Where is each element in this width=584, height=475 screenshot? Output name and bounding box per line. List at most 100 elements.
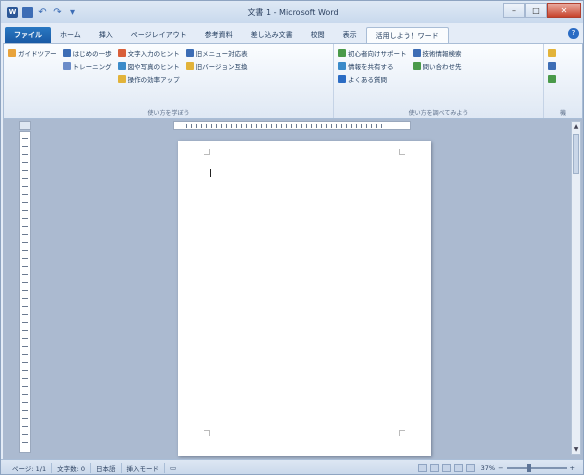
ribbon-button-icon <box>8 48 16 57</box>
status-word-count[interactable]: 文字数: 0 <box>52 463 91 473</box>
ruler-tick <box>22 170 28 171</box>
ribbon-button-icon <box>412 48 421 57</box>
status-page[interactable]: ページ: 1/1 <box>7 463 53 473</box>
ruler-tick <box>22 162 28 163</box>
minimize-button[interactable]: – <box>503 3 525 18</box>
ribbon-button[interactable]: 旧メニュー対応表 <box>185 47 248 58</box>
ribbon-button-label: 操作の効率アップ <box>127 75 180 84</box>
zoom-level[interactable]: 37% <box>481 464 495 472</box>
ribbon-column: 技術情報検索 問い合わせ先 <box>412 47 462 86</box>
ribbon-button[interactable]: 問い合わせ先 <box>412 60 462 71</box>
ribbon-partial-icon <box>548 74 556 83</box>
scroll-up-arrow-icon[interactable]: ▲ <box>572 122 580 131</box>
ribbon-partial-button-3[interactable] <box>548 73 578 84</box>
ruler-tab-selector[interactable] <box>19 121 31 130</box>
ribbon-button[interactable]: はじめの一歩 <box>62 47 112 58</box>
ruler-tick <box>22 210 28 211</box>
ruler-tick <box>22 242 28 243</box>
ribbon-column: はじめの一歩トレーニング <box>62 47 112 86</box>
ribbon-button[interactable]: 情報を共有する <box>338 60 407 71</box>
tab-3[interactable]: ページレイアウト <box>122 27 196 43</box>
zoom-out-button[interactable]: − <box>498 464 503 472</box>
ribbon-button-icon <box>117 74 126 83</box>
ribbon-button-label: 旧メニュー対応表 <box>195 49 248 58</box>
ribbon-button[interactable]: 旧バージョン互換 <box>185 60 248 71</box>
undo-icon[interactable]: ↶ <box>37 7 48 18</box>
status-language[interactable]: 日本語 <box>91 463 122 473</box>
view-buttons <box>417 464 475 472</box>
maximize-button[interactable]: □ <box>525 3 547 18</box>
ruler-tick <box>22 290 28 291</box>
tab-0[interactable]: ファイル <box>5 27 51 43</box>
tab-6[interactable]: 校閲 <box>302 27 334 43</box>
ruler-tick <box>22 202 28 203</box>
full-screen-view-icon[interactable] <box>429 464 439 472</box>
ribbon-partial-button-2[interactable] <box>548 60 578 71</box>
ribbon-button[interactable]: トレーニング <box>62 60 112 71</box>
ruler-tick <box>22 186 28 187</box>
vertical-scrollbar[interactable]: ▲ ▼ <box>571 121 581 455</box>
ribbon-button-label: 文字入力のヒント <box>127 49 180 58</box>
ruler-tick <box>22 298 28 299</box>
ribbon-partial-button-1[interactable] <box>548 47 578 58</box>
ruler-tick <box>22 330 28 331</box>
zoom-in-button[interactable]: + <box>570 464 575 472</box>
ribbon-button-icon <box>62 48 71 57</box>
ribbon-group-lookup: 初心者向けサポート 情報を共有する よくある質問 技術情報検索 問い合わせ先 使い方を調… <box>334 44 544 118</box>
ribbon-partial-icon <box>548 61 556 70</box>
ribbon-button[interactable]: 技術情報検索 <box>412 47 462 58</box>
help-icon[interactable]: ? <box>568 27 579 39</box>
tab-2[interactable]: 挿入 <box>90 27 122 43</box>
zoom-slider[interactable] <box>506 464 567 472</box>
draft-view-icon[interactable] <box>465 464 475 472</box>
redo-icon[interactable]: ↷ <box>52 7 63 18</box>
ruler-tick <box>22 178 28 179</box>
ribbon-button[interactable]: 操作の効率アップ <box>117 73 180 84</box>
ribbon-tabs: ファイル ホーム 挿入 ページレイアウト 参考資料 差し込み文書 校閲 表示 活用しよう！ワード… <box>1 23 583 43</box>
horizontal-ruler[interactable] <box>173 121 411 130</box>
ribbon-button[interactable]: よくある質問 <box>338 73 407 84</box>
ruler-tick <box>22 146 28 147</box>
scroll-thumb[interactable] <box>573 134 579 174</box>
ruler-tick <box>22 234 28 235</box>
ruler-tick <box>22 346 28 347</box>
ruler-tick <box>22 138 28 139</box>
ruler-tick <box>22 402 28 403</box>
outline-view-icon[interactable] <box>453 464 463 472</box>
ribbon-button-label: 図や写真のヒント <box>127 62 180 71</box>
ribbon: ガイドツアー はじめの一歩 トレーニング 文字入力のヒント 図や写真のヒント 操作の効率ア… <box>3 43 583 119</box>
scroll-down-arrow-icon[interactable]: ▼ <box>572 445 580 454</box>
tab-7[interactable]: 表示 <box>334 27 366 43</box>
ribbon-button-label: ガイドツアー <box>18 49 57 58</box>
ruler-tick <box>22 250 28 251</box>
margin-mark-top-left <box>204 149 210 155</box>
status-bar: ページ: 1/1 文字数: 0 日本語 挿入モード ▭ 37% − + <box>1 459 583 474</box>
zoom-slider-knob[interactable] <box>527 464 532 472</box>
ribbon-button-icon <box>185 61 194 70</box>
tab-5[interactable]: 差し込み文書 <box>242 27 302 43</box>
ribbon-group-partial-label: 機 <box>559 110 566 117</box>
ribbon-button-label: はじめの一歩 <box>72 49 112 58</box>
ruler-tick <box>22 154 28 155</box>
ribbon-button[interactable]: 初心者向けサポート <box>338 47 407 58</box>
ruler-tick <box>22 266 28 267</box>
web-layout-view-icon[interactable] <box>441 464 451 472</box>
close-button[interactable]: ✕ <box>547 3 581 18</box>
customize-qat-icon[interactable]: ▾ <box>67 7 78 18</box>
status-insert-mode[interactable]: 挿入モード <box>122 463 165 473</box>
macro-record-icon[interactable]: ▭ <box>165 464 181 472</box>
ribbon-button-icon <box>338 74 346 83</box>
ribbon-group-lookup-buttons: 初心者向けサポート 情報を共有する よくある質問 技術情報検索 問い合わせ先 <box>338 47 539 86</box>
word-app-icon[interactable]: W <box>7 6 18 18</box>
tab-4[interactable]: 参考資料 <box>196 27 242 43</box>
ribbon-button-label: 旧バージョン互換 <box>195 62 248 71</box>
ribbon-button[interactable]: 図や写真のヒント <box>117 60 180 71</box>
document-page[interactable] <box>178 141 431 456</box>
margin-mark-bottom-left <box>204 430 210 436</box>
print-layout-view-icon[interactable] <box>417 464 427 472</box>
ribbon-button[interactable]: ガイドツアー <box>8 47 57 58</box>
tab-1[interactable]: ホーム <box>51 27 90 43</box>
save-icon[interactable] <box>22 6 33 18</box>
tab-8[interactable]: 活用しよう！ワード <box>365 27 449 43</box>
ribbon-button[interactable]: 文字入力のヒント <box>117 47 180 58</box>
